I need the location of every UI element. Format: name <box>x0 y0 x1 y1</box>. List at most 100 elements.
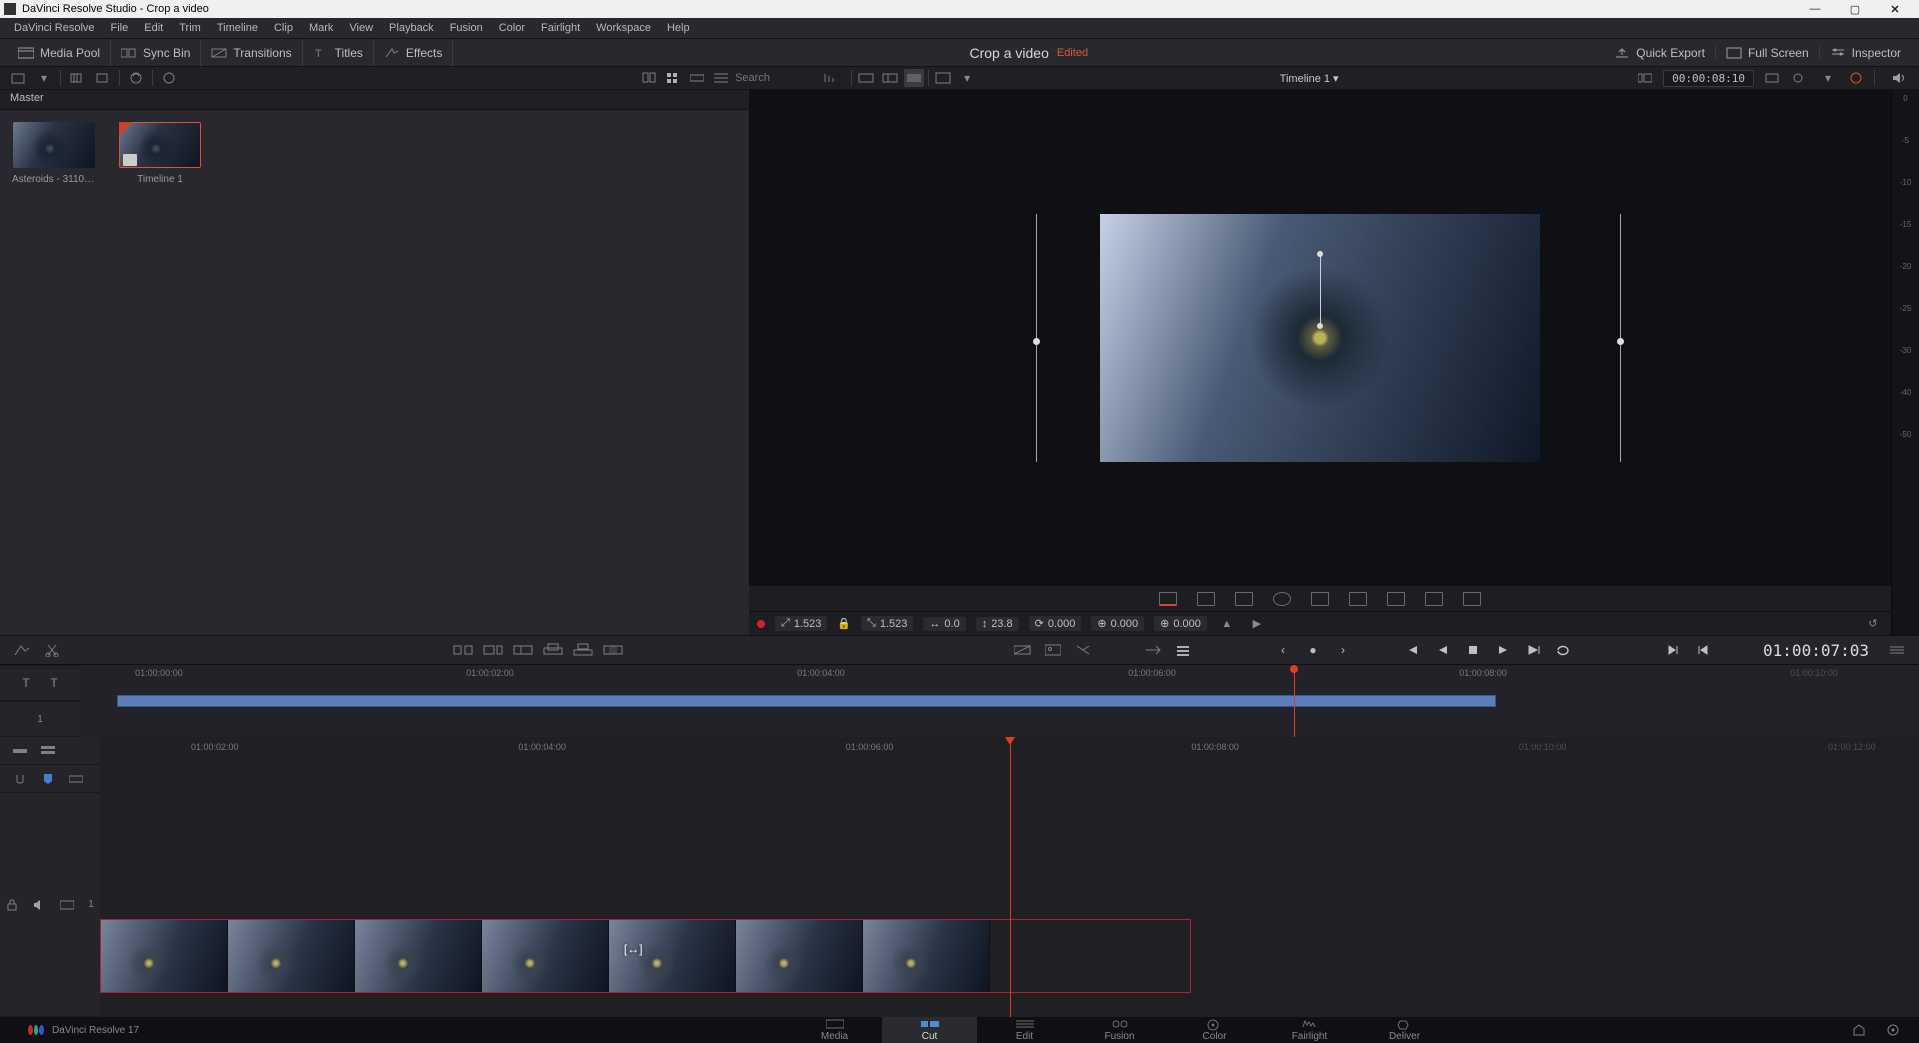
clip-item[interactable]: Timeline 1 <box>118 122 202 185</box>
reset-icon[interactable]: ↺ <box>1863 615 1883 633</box>
tools-audio-icon[interactable] <box>1463 592 1481 606</box>
tools-composite-icon[interactable] <box>1273 592 1291 606</box>
list-view-icon[interactable] <box>711 69 731 87</box>
loop-button[interactable] <box>1553 642 1573 658</box>
dropdown-2-icon[interactable]: ▾ <box>1818 69 1838 87</box>
tc-mode-icon[interactable] <box>1635 69 1655 87</box>
timeline-view-2-icon[interactable] <box>38 742 58 760</box>
tools-crop-icon[interactable] <box>1197 592 1215 606</box>
menu-clip[interactable]: Clip <box>266 18 301 38</box>
place-on-top-icon[interactable] <box>573 641 593 659</box>
jump-next-button[interactable] <box>1663 642 1683 658</box>
play-button[interactable] <box>1493 642 1513 658</box>
tools-color-icon[interactable] <box>1425 592 1443 606</box>
resolve-fx-icon[interactable] <box>159 69 179 87</box>
playback-timecode[interactable]: 01:00:07:03 <box>1763 641 1869 660</box>
menu-workspace[interactable]: Workspace <box>588 18 659 38</box>
crop-handle-left[interactable] <box>1036 214 1037 462</box>
zoom-x-field[interactable]: ⤢1.523 <box>775 616 827 631</box>
source-clip-icon[interactable] <box>856 69 876 87</box>
search-input[interactable] <box>735 72 815 84</box>
tools-lens-icon[interactable] <box>1387 592 1405 606</box>
video-clip[interactable]: [↔] <box>100 919 1191 993</box>
cut-icon[interactable] <box>1073 641 1093 659</box>
nav-prev-icon[interactable]: ‹ <box>1273 642 1293 658</box>
upper-timeline-canvas[interactable]: 01:00:00:00 01:00:02:00 01:00:04:00 01:0… <box>80 665 1919 737</box>
page-tab-color[interactable]: Color <box>1167 1017 1262 1043</box>
position-x-field[interactable]: ↔0.0 <box>923 617 965 631</box>
upper-playhead[interactable] <box>1294 665 1295 737</box>
nav-dot-icon[interactable]: ● <box>1303 642 1323 658</box>
sync-clips-icon[interactable] <box>1143 641 1163 659</box>
bin-view-icon[interactable] <box>67 69 87 87</box>
menu-timeline[interactable]: Timeline <box>209 18 266 38</box>
jump-prev-button[interactable] <box>1693 642 1713 658</box>
media-pool-button[interactable]: Media Pool <box>8 39 111 66</box>
nav-next-icon[interactable]: › <box>1333 642 1353 658</box>
crop-handle-right[interactable] <box>1620 214 1621 462</box>
tools-icon[interactable] <box>1173 641 1193 659</box>
transitions-button[interactable]: Transitions <box>201 39 302 66</box>
inspector-button[interactable]: Inspector <box>1820 46 1911 60</box>
clip-item[interactable]: Asteroids - 31105... <box>12 122 96 185</box>
tools-dynamic-zoom-icon[interactable] <box>1235 592 1253 606</box>
bin-path[interactable]: Master <box>0 90 749 110</box>
menu-view[interactable]: View <box>341 18 381 38</box>
track-header-upper[interactable]: 1 <box>0 701 80 737</box>
upper-clip-bar[interactable] <box>117 695 1496 707</box>
crop-center-handle[interactable] <box>1317 323 1323 329</box>
anchor-y-field[interactable]: ⊕0.000 <box>1154 616 1207 631</box>
picture-icon[interactable] <box>1043 641 1063 659</box>
text-tool-2-icon[interactable]: T <box>44 674 64 692</box>
text-tool-icon[interactable]: T <box>16 674 36 692</box>
page-tab-media[interactable]: Media <box>787 1017 882 1043</box>
close-button[interactable]: ✕ <box>1875 3 1915 16</box>
timeline-selector[interactable]: Timeline 1 ▾ <box>1280 72 1339 85</box>
menu-edit[interactable]: Edit <box>136 18 171 38</box>
page-tab-fairlight[interactable]: Fairlight <box>1262 1017 1357 1043</box>
menu-davinci-resolve[interactable]: DaVinci Resolve <box>6 18 103 38</box>
menu-playback[interactable]: Playback <box>381 18 442 38</box>
dropdown-icon[interactable]: ▾ <box>957 69 977 87</box>
speaker-icon[interactable] <box>1889 69 1909 87</box>
import-media-icon[interactable] <box>8 69 28 87</box>
zoom-y-field[interactable]: ⤡1.523 <box>861 616 913 631</box>
source-tape-icon[interactable] <box>880 69 900 87</box>
upper-time-ruler[interactable]: 01:00:00:00 01:00:02:00 01:00:04:00 01:0… <box>80 665 1919 681</box>
boring-detector-icon[interactable] <box>12 641 32 659</box>
lock-icon[interactable] <box>6 896 18 914</box>
viewer-timecode[interactable]: 00:00:08:10 <box>1663 70 1754 87</box>
position-y-field[interactable]: ↕23.8 <box>976 617 1019 631</box>
home-icon[interactable] <box>1849 1021 1869 1039</box>
append-icon[interactable] <box>483 641 503 659</box>
metadata-view-icon[interactable] <box>639 69 659 87</box>
timeline-options-icon[interactable] <box>1887 641 1907 659</box>
menu-fairlight[interactable]: Fairlight <box>533 18 588 38</box>
page-tab-fusion[interactable]: Fusion <box>1072 1017 1167 1043</box>
titles-button[interactable]: T Titles <box>303 39 374 66</box>
anchor-x-field[interactable]: ⊕0.000 <box>1091 616 1144 631</box>
timeline-view-icon[interactable] <box>904 69 924 87</box>
snap-icon[interactable] <box>10 770 30 788</box>
menu-fusion[interactable]: Fusion <box>442 18 491 38</box>
menu-mark[interactable]: Mark <box>301 18 341 38</box>
close-up-icon[interactable] <box>543 641 563 659</box>
flip-v-icon[interactable]: ▶ <box>1247 615 1267 633</box>
tools-stabilize-icon[interactable] <box>1349 592 1367 606</box>
video-track-icon[interactable] <box>60 896 74 914</box>
sort-icon[interactable] <box>819 69 839 87</box>
strip-view-icon[interactable] <box>687 69 707 87</box>
menu-help[interactable]: Help <box>659 18 698 38</box>
page-tab-deliver[interactable]: Deliver <box>1357 1017 1452 1043</box>
sync-bin-button[interactable]: Sync Bin <box>111 39 201 66</box>
bin-list-icon[interactable] <box>93 69 113 87</box>
flip-h-icon[interactable]: ▲ <box>1217 615 1237 633</box>
safe-area-icon[interactable] <box>933 69 953 87</box>
sync-icon[interactable] <box>126 69 146 87</box>
smart-insert-icon[interactable] <box>453 641 473 659</box>
rotation-field[interactable]: ⟳0.000 <box>1029 616 1082 631</box>
menu-color[interactable]: Color <box>491 18 533 38</box>
ripple-overwrite-icon[interactable] <box>513 641 533 659</box>
lower-playhead[interactable] <box>1010 737 1011 1017</box>
split-clip-icon[interactable] <box>42 641 62 659</box>
